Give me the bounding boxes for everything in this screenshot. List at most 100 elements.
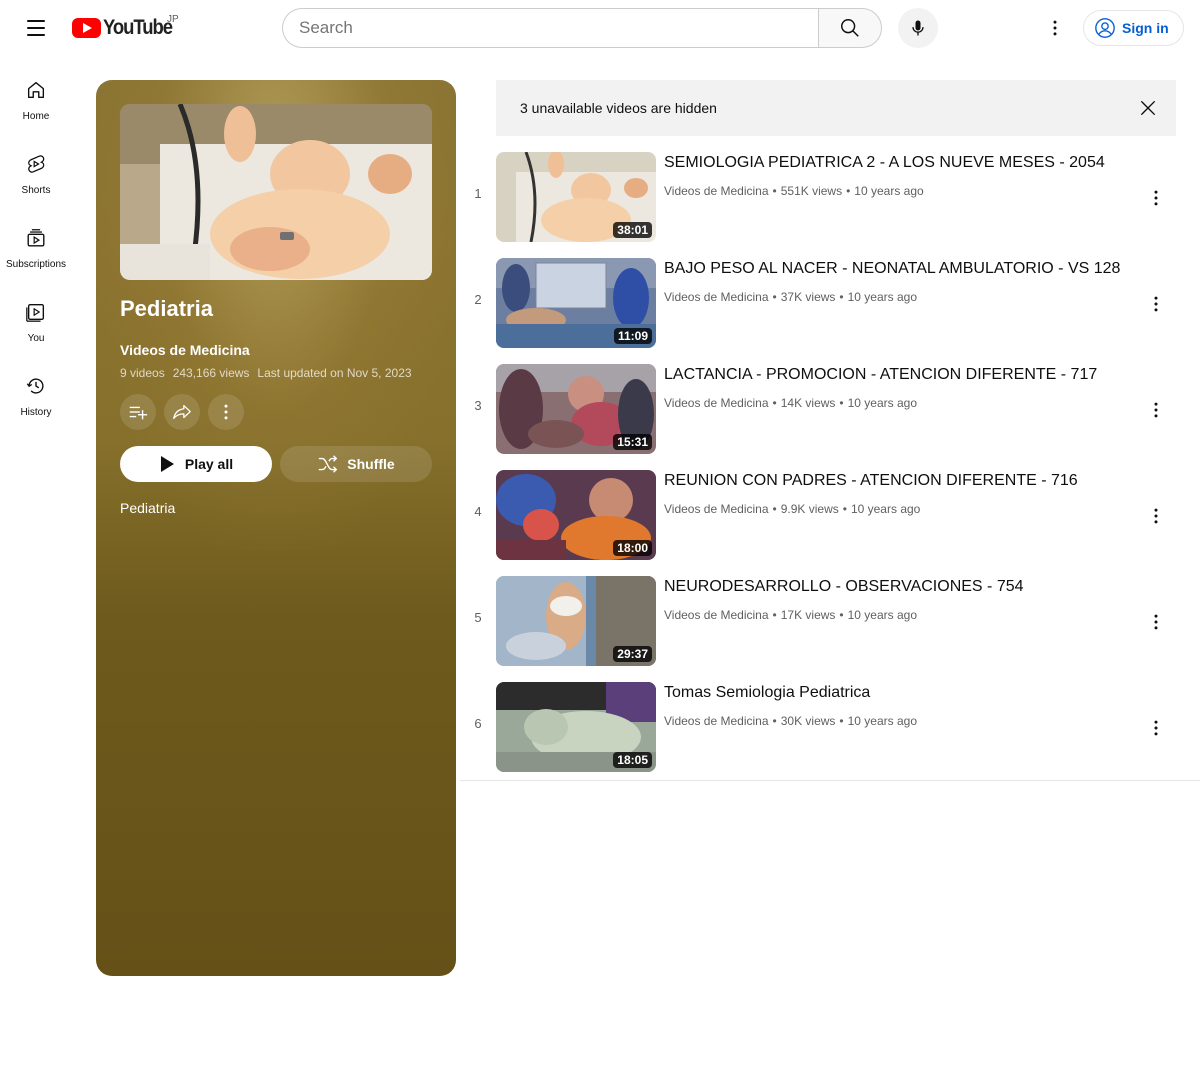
video-age: 10 years ago [847, 714, 918, 728]
you-icon [24, 300, 48, 324]
playlist-video-row[interactable]: 1 38:01 SEMIOLOGIA PEDIATRICA 2 - A LOS … [460, 144, 1200, 250]
video-index: 4 [474, 503, 482, 519]
playlist-video-row[interactable]: 4 18:00 REUNION CON PADRES - ATENCION DI… [460, 462, 1200, 568]
share-button[interactable] [164, 394, 200, 430]
video-thumbnail[interactable]: 18:05 [496, 682, 656, 772]
video-duration: 38:01 [613, 222, 652, 238]
guide-item-home[interactable]: Home [0, 56, 72, 130]
video-title[interactable]: REUNION CON PADRES - ATENCION DIFERENTE … [664, 472, 1078, 490]
video-age: 10 years ago [847, 290, 918, 304]
video-age: 10 years ago [854, 184, 924, 198]
subscriptions-icon [24, 226, 48, 250]
playlist-more-button[interactable] [208, 394, 244, 430]
video-title[interactable]: NEURODESARROLLO - OBSERVACIONES - 754 [664, 578, 1024, 596]
video-thumbnail[interactable]: 38:01 [496, 152, 656, 242]
more-vert-icon [1154, 720, 1158, 736]
save-playlist-button[interactable] [120, 394, 156, 430]
video-age: 10 years ago [847, 396, 918, 410]
video-channel[interactable]: Videos de Medicina [664, 290, 769, 304]
video-menu-button[interactable] [1140, 708, 1172, 748]
mini-guide: Home Shorts Subscriptions You History [0, 56, 72, 426]
video-index: 1 [474, 185, 482, 201]
home-icon [24, 78, 48, 102]
guide-item-you[interactable]: You [0, 278, 72, 352]
guide-label: You [27, 333, 45, 344]
menu-icon[interactable] [16, 8, 56, 48]
video-title[interactable]: BAJO PESO AL NACER - NEONATAL AMBULATORI… [664, 260, 1120, 278]
video-channel[interactable]: Videos de Medicina [664, 396, 769, 410]
video-thumbnail[interactable]: 29:37 [496, 576, 656, 666]
guide-label: History [20, 407, 52, 418]
video-menu-button[interactable] [1140, 602, 1172, 642]
video-channel[interactable]: Videos de Medicina [664, 608, 769, 622]
search-box [282, 8, 882, 48]
video-menu-button[interactable] [1140, 178, 1172, 218]
video-channel[interactable]: Videos de Medicina [664, 502, 769, 516]
playlist-video-row[interactable]: 2 11:09 BAJO PESO AL NACER - NEONATAL AM… [460, 250, 1200, 356]
video-channel[interactable]: Videos de Medicina [664, 184, 769, 198]
sign-in-button[interactable]: Sign in [1083, 10, 1184, 46]
guide-item-history[interactable]: History [0, 352, 72, 426]
play-all-button[interactable]: Play all [120, 446, 272, 482]
voice-search-button[interactable] [898, 8, 938, 48]
video-views: 30K views [780, 714, 836, 728]
video-meta: Videos de Medicina • 37K views • 10 years … [664, 290, 917, 304]
meta-separator: • [842, 502, 847, 516]
guide-label: Shorts [21, 185, 51, 196]
shuffle-button[interactable]: Shuffle [280, 446, 432, 482]
playlist-channel[interactable]: Videos de Medicina [120, 342, 250, 358]
playlist-video-row[interactable]: 5 29:37 NEURODESARROLLO - OBSERVACIONES … [460, 568, 1200, 674]
meta-separator: • [772, 714, 777, 728]
search-button[interactable] [818, 8, 882, 48]
video-menu-button[interactable] [1140, 496, 1172, 536]
playlist-header: Pediatria Videos de Medicina 9 videos 24… [96, 80, 456, 976]
last-updated: Last updated on Nov 5, 2023 [257, 366, 412, 380]
sign-in-label: Sign in [1122, 20, 1169, 36]
video-channel[interactable]: Videos de Medicina [664, 714, 769, 728]
guide-label: Subscriptions [5, 259, 67, 270]
guide-label: Home [22, 111, 50, 122]
video-meta: Videos de Medicina • 30K views • 10 years … [664, 714, 917, 728]
video-title[interactable]: Tomas Semiologia Pediatrica [664, 684, 870, 702]
meta-separator: • [772, 608, 777, 622]
more-vert-icon [1154, 508, 1158, 524]
alert-close-button[interactable] [1136, 96, 1160, 120]
video-views: 551K views [780, 184, 843, 198]
video-menu-button[interactable] [1140, 390, 1172, 430]
unavailable-videos-alert: 3 unavailable videos are hidden [496, 80, 1176, 136]
meta-separator: • [839, 608, 844, 622]
meta-separator: • [846, 184, 851, 198]
playlist-stats: 9 videos 243,166 views Last updated on N… [120, 366, 412, 380]
youtube-play-logo-icon [72, 18, 101, 38]
playlist-video-row[interactable]: 6 18:05 Tomas Semiologia Pediatrica Vide… [460, 674, 1200, 780]
video-menu-button[interactable] [1140, 284, 1172, 324]
video-duration: 18:00 [613, 540, 652, 556]
guide-item-subscriptions[interactable]: Subscriptions [0, 204, 72, 278]
playlist-title: Pediatria [120, 296, 213, 321]
video-title[interactable]: LACTANCIA - PROMOCION - ATENCION DIFEREN… [664, 366, 1097, 384]
video-views: 17K views [780, 608, 836, 622]
meta-separator: • [772, 502, 777, 516]
more-vert-icon [1154, 402, 1158, 418]
search-icon [841, 19, 859, 37]
account-circle-icon [1095, 18, 1115, 38]
video-title[interactable]: SEMIOLOGIA PEDIATRICA 2 - A LOS NUEVE ME… [664, 154, 1105, 172]
close-icon [1140, 100, 1156, 116]
hero-image [120, 104, 432, 280]
video-thumbnail[interactable]: 11:09 [496, 258, 656, 348]
video-meta: Videos de Medicina • 9.9K views • 10 years… [664, 502, 920, 516]
settings-more-button[interactable] [1035, 8, 1075, 48]
playlist-hero-thumbnail[interactable] [120, 104, 432, 280]
video-views: 14K views [780, 396, 836, 410]
video-meta: Videos de Medicina • 14K views • 10 years … [664, 396, 917, 410]
youtube-logo[interactable]: YouTube [72, 16, 181, 40]
guide-item-shorts[interactable]: Shorts [0, 130, 72, 204]
playlist-video-row[interactable]: 3 15:31 LACTANCIA - PROMOCION - ATENCION… [460, 356, 1200, 462]
more-vert-icon [1154, 190, 1158, 206]
meta-separator: • [839, 290, 844, 304]
search-input[interactable] [282, 8, 818, 48]
video-duration: 18:05 [613, 752, 652, 768]
video-thumbnail[interactable]: 15:31 [496, 364, 656, 454]
meta-separator: • [772, 184, 777, 198]
video-thumbnail[interactable]: 18:00 [496, 470, 656, 560]
